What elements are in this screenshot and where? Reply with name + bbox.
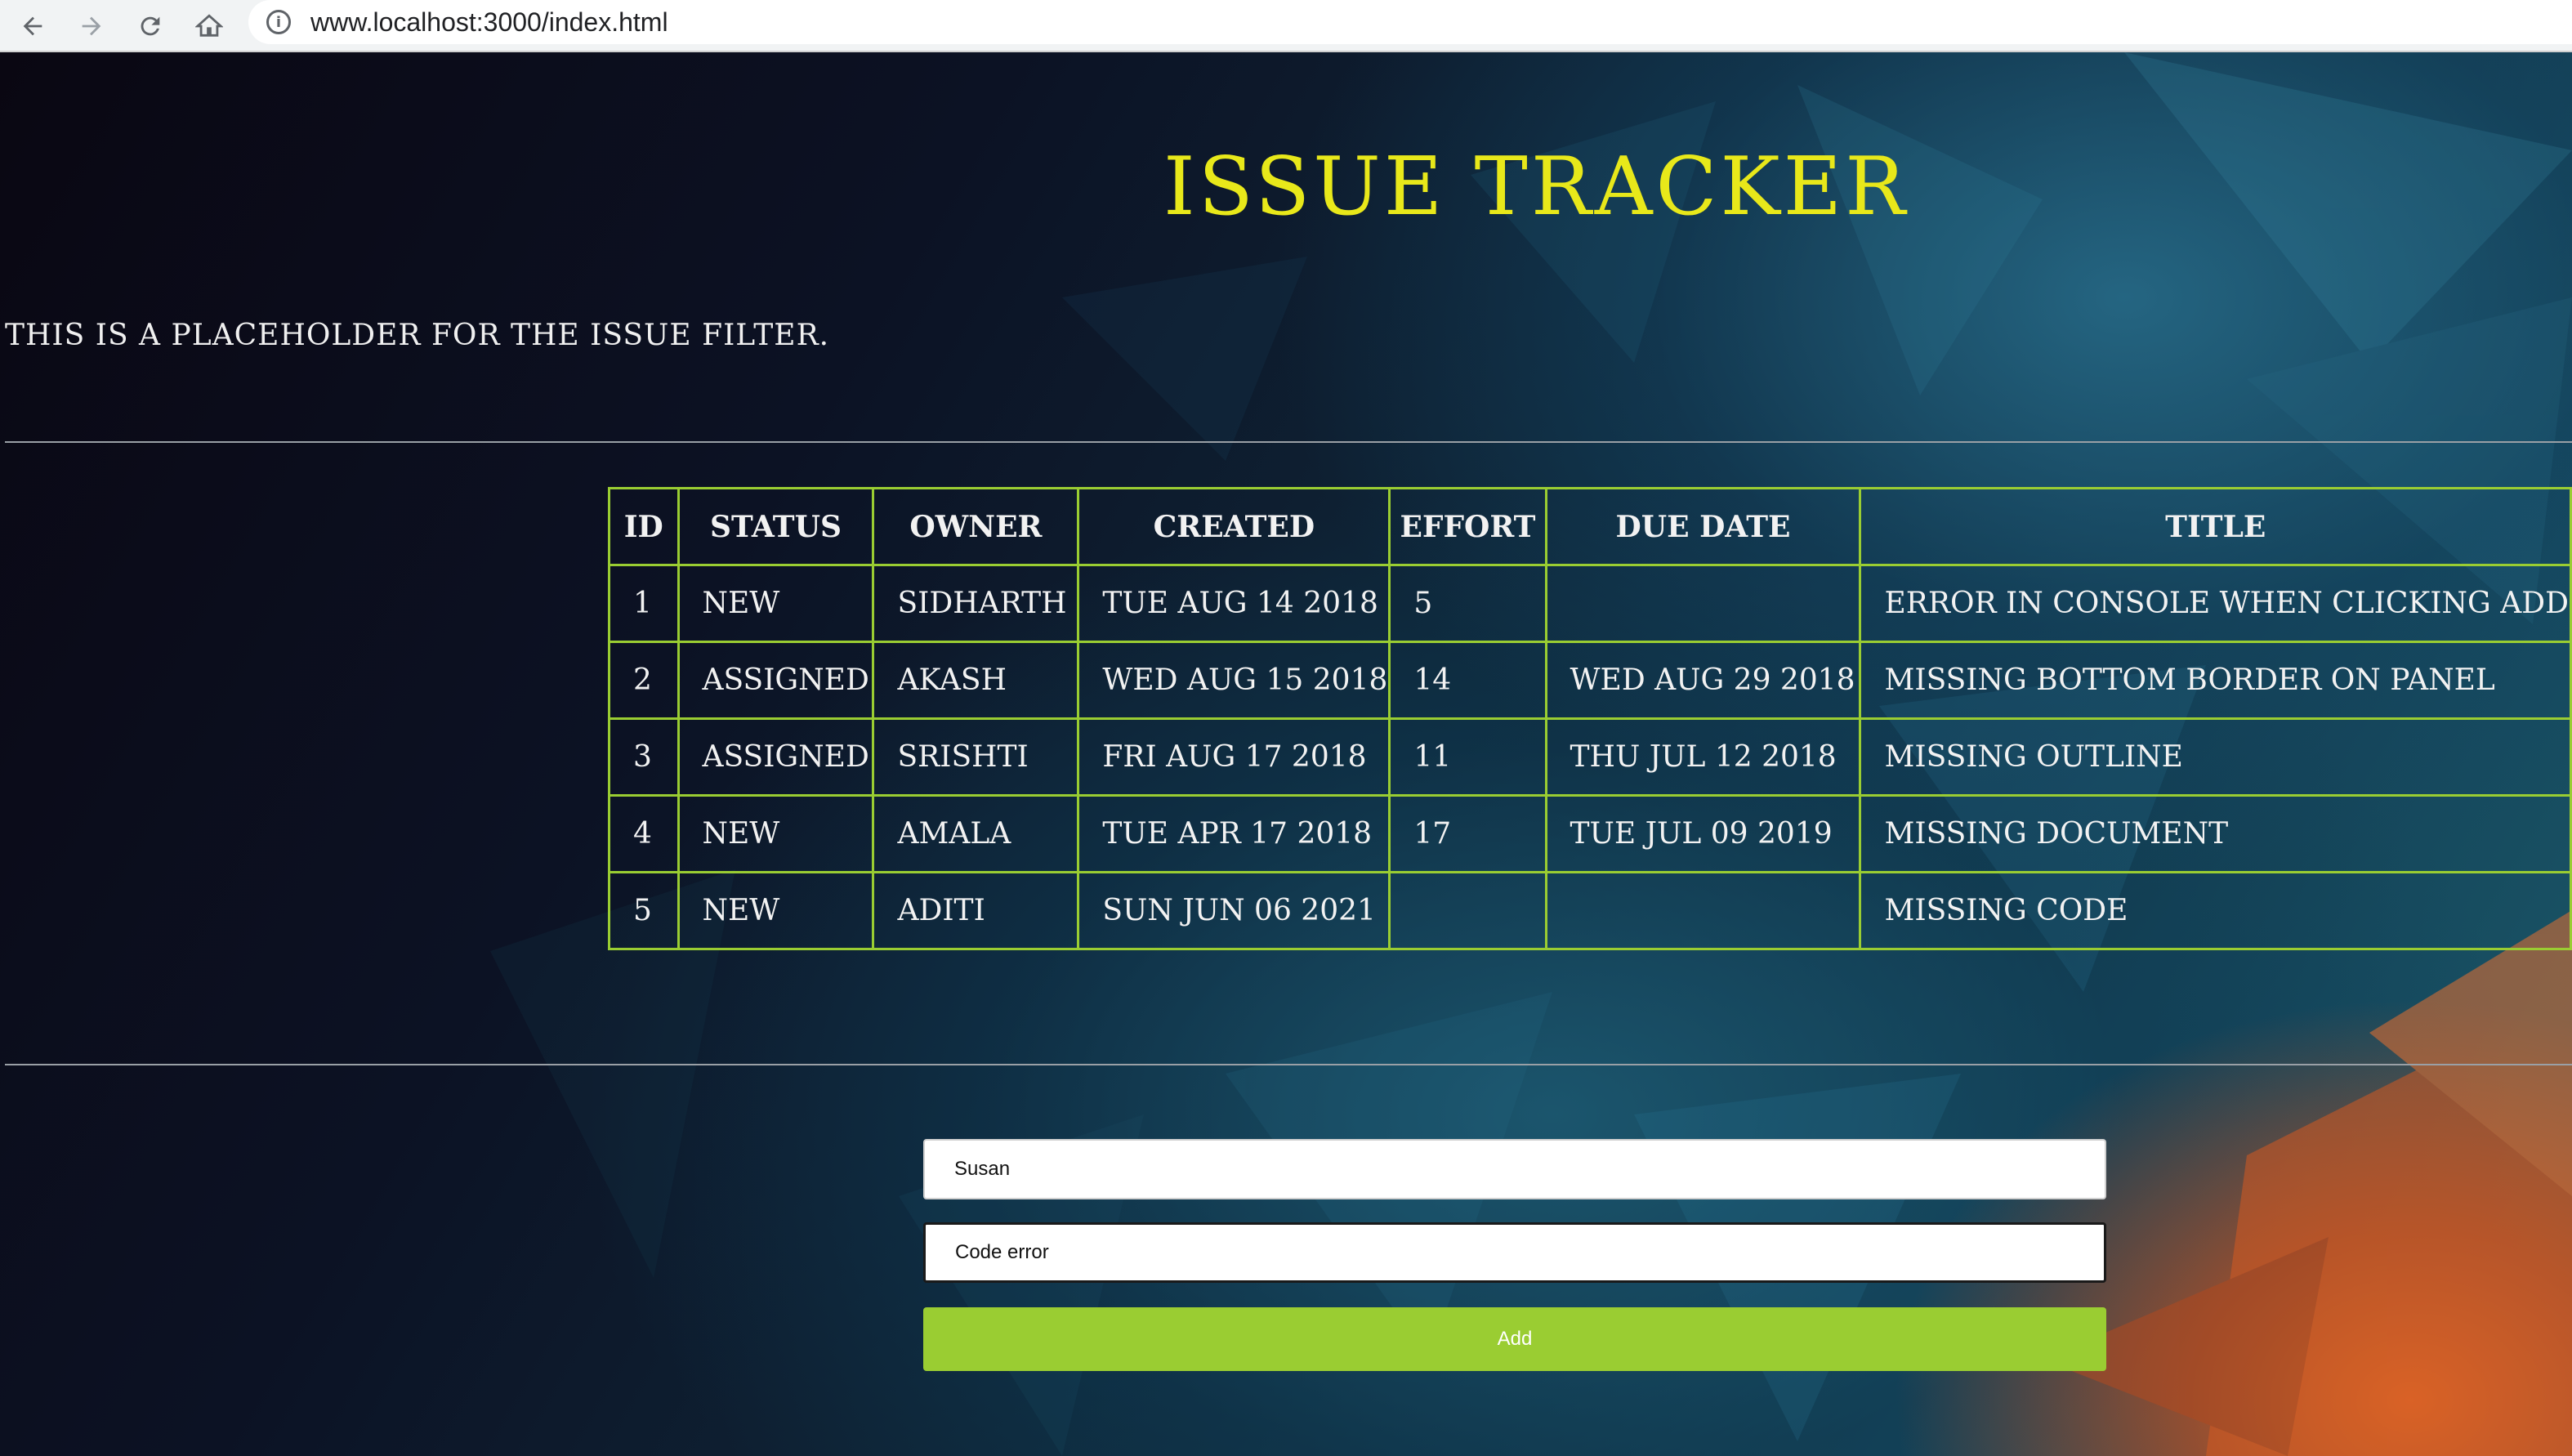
table-row: 5 NEW ADITI SUN JUN 06 2021 MISSING CODE [608,871,2572,950]
arrow-left-icon [23,16,42,36]
cell-created: TUE APR 17 2018 [1077,794,1391,873]
cell-created: FRI AUG 17 2018 [1077,717,1391,797]
table-header-row: ID STATUS OWNER CREATED EFFORT DUE DATE … [608,487,2572,566]
cell-owner: SRISHTI [872,717,1080,797]
cell-effort: 11 [1388,717,1547,797]
header-due-date[interactable]: DUE DATE [1544,487,1862,566]
cell-created: SUN JUN 06 2021 [1077,871,1391,950]
page-content: ISSUE TRACKER THIS IS A PLACEHOLDER FOR … [0,52,2572,1456]
cell-title: MISSING DOCUMENT [1859,794,2572,873]
cell-id: 5 [608,871,680,950]
cell-created: WED AUG 15 2018 [1077,641,1391,720]
cell-due-date [1544,564,1862,643]
cell-effort: 5 [1388,564,1547,643]
table-row: 1 NEW SIDHARTH TUE AUG 14 2018 5 ERROR I… [608,564,2572,643]
issue-filter-placeholder: THIS IS A PLACEHOLDER FOR THE ISSUE FILT… [5,319,830,352]
header-status[interactable]: STATUS [676,487,875,566]
url-text[interactable]: www.localhost:3000/index.html [310,7,668,38]
cell-due-date: WED AUG 29 2018 [1544,641,1862,720]
add-issue-form: Add [923,1139,2108,1371]
home-button[interactable] [188,5,230,47]
address-bar[interactable]: i www.localhost:3000/index.html [248,0,2572,44]
cell-owner: AKASH [872,641,1080,720]
cell-due-date [1544,871,1862,950]
header-owner[interactable]: OWNER [872,487,1080,566]
browser-toolbar: i www.localhost:3000/index.html [0,0,2572,52]
info-icon[interactable]: i [266,10,291,34]
table-row: 4 NEW AMALA TUE APR 17 2018 17 TUE JUL 0… [608,794,2572,873]
add-button[interactable]: Add [923,1307,2106,1371]
arrow-right-icon [82,16,101,36]
facet [1797,85,2043,395]
back-button[interactable] [11,5,54,47]
cell-effort [1388,871,1547,950]
table-row: 3 ASSIGNED SRISHTI FRI AUG 17 2018 11 TH… [608,717,2572,797]
cell-title: MISSING BOTTOM BORDER ON PANEL [1859,641,2572,720]
header-created[interactable]: CREATED [1077,487,1391,566]
divider-bottom [5,1064,2572,1065]
facet [1062,257,1307,461]
table-row: 2 ASSIGNED AKASH WED AUG 15 2018 14 WED … [608,641,2572,720]
cell-owner: SIDHARTH [872,564,1080,643]
cell-title: MISSING CODE [1859,871,2572,950]
cell-owner: ADITI [872,871,1080,950]
cell-title: ERROR IN CONSOLE WHEN CLICKING ADD [1859,564,2572,643]
cell-status: NEW [676,794,875,873]
home-icon [195,14,223,37]
cell-id: 4 [608,794,680,873]
reload-button[interactable] [129,5,172,47]
header-id[interactable]: ID [608,487,680,566]
cell-created: TUE AUG 14 2018 [1077,564,1391,643]
cell-effort: 17 [1388,794,1547,873]
header-effort[interactable]: EFFORT [1388,487,1547,566]
header-title[interactable]: TITLE [1859,487,2572,566]
cell-status: ASSIGNED [676,717,875,797]
cell-status: NEW [676,564,875,643]
cell-status: NEW [676,871,875,950]
reload-icon [141,16,160,36]
cell-status: ASSIGNED [676,641,875,720]
cell-id: 1 [608,564,680,643]
cell-due-date: THU JUL 12 2018 [1544,717,1862,797]
cell-id: 2 [608,641,680,720]
divider-top [5,441,2572,443]
forward-button[interactable] [70,5,113,47]
cell-id: 3 [608,717,680,797]
page-title: ISSUE TRACKER [1163,141,1909,234]
cell-owner: AMALA [872,794,1080,873]
cell-due-date: TUE JUL 09 2019 [1544,794,1862,873]
cell-title: MISSING OUTLINE [1859,717,2572,797]
owner-input[interactable] [923,1139,2106,1199]
title-input[interactable] [923,1222,2106,1283]
cell-effort: 14 [1388,641,1547,720]
issue-table: ID STATUS OWNER CREATED EFFORT DUE DATE … [608,487,2572,950]
